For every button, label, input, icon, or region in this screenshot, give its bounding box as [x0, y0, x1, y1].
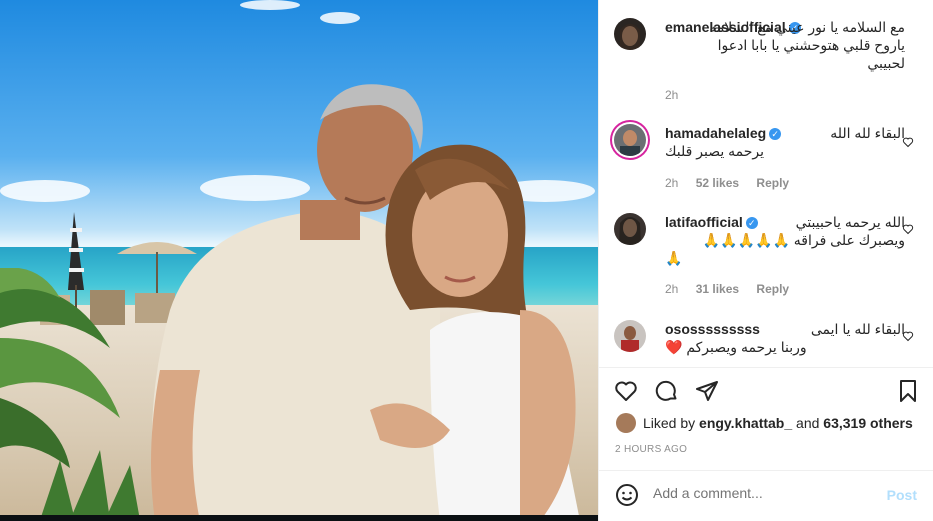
commenter-avatar[interactable]: [614, 320, 646, 352]
comment-item: latifaofficial ✓ الله يرحمه ياحبيبتي ويصب…: [611, 213, 929, 303]
palm-tree: [0, 268, 120, 468]
post-photo[interactable]: [0, 0, 598, 521]
commenter-avatar[interactable]: [614, 213, 646, 245]
comment-like-icon[interactable]: [902, 223, 914, 235]
comment-like-icon[interactable]: [902, 330, 914, 342]
add-comment-input[interactable]: [653, 485, 873, 501]
comment-item: ososssssssss البقاء لله يا ايمى وربنا ير…: [611, 320, 929, 367]
verified-badge-icon: ✓: [769, 128, 782, 141]
cloud: [320, 12, 360, 24]
add-comment-bar: Post: [599, 470, 933, 521]
action-bar: Liked by engy.khattab_ and 63,319 others…: [599, 367, 933, 477]
comment-bubble-icon[interactable]: [655, 379, 679, 403]
heart-icon[interactable]: [614, 379, 638, 403]
bookmark-icon[interactable]: [896, 379, 920, 403]
caption-time[interactable]: 2h: [665, 88, 678, 102]
comment-meta: 2h 52 likes Reply: [665, 176, 803, 190]
comment-text-line3: 🙏: [665, 250, 683, 266]
likes-count[interactable]: 63,319 others: [823, 415, 913, 431]
author-avatar[interactable]: [614, 18, 646, 50]
comment-likes[interactable]: 52 likes: [696, 176, 739, 190]
comment-username[interactable]: latifaofficial: [665, 214, 743, 230]
liked-by-and: and: [796, 415, 820, 431]
comment-time[interactable]: 2h: [665, 282, 678, 296]
verified-badge-icon: ✓: [745, 217, 758, 230]
posted-time[interactable]: 2 HOURS AGO: [615, 444, 687, 455]
liked-by-prefix: Liked by: [643, 415, 696, 431]
post-button[interactable]: Post: [887, 487, 917, 503]
comment-like-icon[interactable]: [902, 136, 914, 148]
comments-panel: emanelassiofficial ✓ مع السلامه يا نور عي…: [598, 0, 933, 521]
comment-text-line2: يرحمه يصبر قلبك: [665, 143, 764, 159]
comment-item: hamadahelaleg ✓ البقاء لله الله يرحمه يصب…: [611, 124, 929, 194]
smiley-icon[interactable]: [615, 483, 639, 507]
comment-likes[interactable]: 31 likes: [696, 282, 739, 296]
reply-button[interactable]: Reply: [756, 282, 789, 296]
caption-meta: 2h: [665, 88, 692, 102]
comment-username[interactable]: ososssssssss: [665, 321, 760, 337]
photo-bottom-edge: [0, 515, 598, 521]
comments-list[interactable]: emanelassiofficial ✓ مع السلامه يا نور عي…: [599, 0, 933, 367]
comment-time[interactable]: 2h: [665, 176, 678, 190]
liker-username[interactable]: engy.khattab_: [699, 415, 792, 431]
cloud: [0, 180, 90, 202]
cloud: [240, 0, 300, 10]
comment-username[interactable]: hamadahelaleg: [665, 125, 766, 141]
shrub: [40, 450, 140, 520]
reply-button[interactable]: Reply: [756, 176, 789, 190]
woman-figure: [370, 144, 580, 521]
commenter-avatar[interactable]: [614, 124, 646, 156]
post-caption: emanelassiofficial ✓ مع السلامه يا نور عي…: [611, 18, 929, 102]
comment-text-line2: ويصبرك على فراقه 🙏🙏🙏🙏🙏: [702, 232, 905, 248]
comment-text-line2: وربنا يرحمه ويصبركم ❤️: [665, 339, 807, 355]
liker-avatar[interactable]: [616, 413, 636, 433]
paper-plane-icon[interactable]: [695, 379, 719, 403]
comment-meta: 2h 31 likes Reply: [665, 282, 803, 296]
